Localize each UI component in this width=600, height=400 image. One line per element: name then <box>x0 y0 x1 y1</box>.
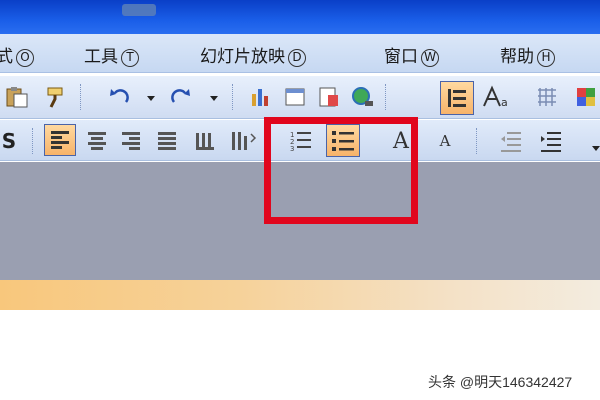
watermark-text: 头条 @明天146342427 <box>428 374 573 390</box>
distributed-align-icon[interactable] <box>190 126 220 156</box>
shadow-text-button[interactable]: S <box>0 126 24 156</box>
paste-icon[interactable] <box>2 82 32 112</box>
color-grayscale-icon[interactable] <box>314 82 344 112</box>
insert-chart-icon[interactable] <box>246 82 276 112</box>
svg-text:a: a <box>501 96 508 109</box>
menu-format[interactable]: 式O <box>0 42 34 67</box>
justify-icon[interactable] <box>152 126 182 156</box>
align-center-icon[interactable] <box>82 126 112 156</box>
toolbar-separator <box>476 128 479 154</box>
expand-all-icon[interactable] <box>440 81 474 115</box>
show-grid-icon[interactable] <box>532 82 562 112</box>
align-right-icon[interactable] <box>116 126 146 156</box>
vertical-text-icon[interactable] <box>228 126 258 156</box>
undo-dropdown-arrow[interactable] <box>147 96 155 101</box>
window-title-bar <box>0 0 600 34</box>
globe-icon[interactable] <box>348 82 378 112</box>
color-palette-icon[interactable] <box>572 82 600 112</box>
toolbar-separator <box>32 128 35 154</box>
standard-toolbar: a <box>0 76 600 119</box>
toolbar-options-arrow[interactable] <box>592 146 600 151</box>
decrease-indent-icon[interactable] <box>496 126 526 156</box>
redo-dropdown-arrow[interactable] <box>210 96 218 101</box>
show-formatting-icon[interactable]: a <box>482 82 512 112</box>
menu-tools[interactable]: 工具 T <box>84 42 139 67</box>
window-system-icon[interactable] <box>122 4 156 16</box>
highlight-annotation-box <box>264 117 418 224</box>
format-painter-icon[interactable] <box>40 82 70 112</box>
toolbar-separator <box>385 84 388 110</box>
toolbar-separator <box>232 84 235 110</box>
menu-bar: 式O 工具 T 幻灯片放映 D 窗口 W 帮助 H <box>0 34 600 73</box>
menu-window[interactable]: 窗口 W <box>384 42 439 67</box>
increase-indent-icon[interactable] <box>536 126 566 156</box>
undo-icon[interactable] <box>104 82 134 112</box>
decrease-font-size-button[interactable]: A <box>430 126 460 156</box>
align-left-icon[interactable] <box>44 124 76 156</box>
insert-table-icon[interactable] <box>280 82 310 112</box>
slide-edge-strip <box>0 280 600 310</box>
menu-slide-show[interactable]: 幻灯片放映 D <box>200 42 306 67</box>
toolbar-separator <box>80 84 83 110</box>
menu-help[interactable]: 帮助 H <box>500 42 555 67</box>
redo-icon[interactable] <box>166 82 196 112</box>
